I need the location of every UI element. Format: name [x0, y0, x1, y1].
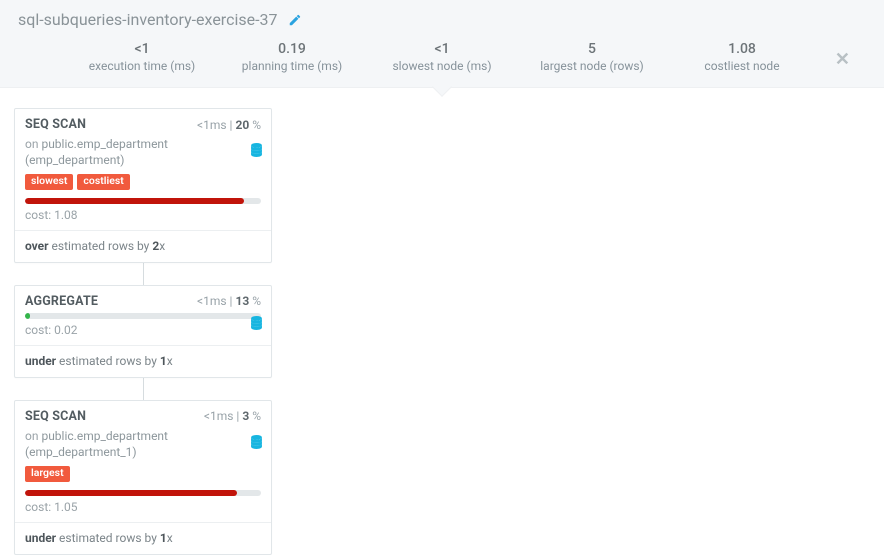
stat-label: planning time (ms) — [237, 59, 347, 73]
plan-node[interactable]: SEQ SCAN <1ms | 20 % on public.emp_departm… — [14, 108, 272, 263]
node-meta: <1ms | 3 % — [204, 409, 261, 423]
plan-canvas: SEQ SCAN <1ms | 20 % on public.emp_departm… — [0, 88, 884, 555]
database-icon[interactable] — [250, 316, 263, 333]
node-estimate: over estimated rows by 2x — [15, 231, 271, 262]
plan-node[interactable]: SEQ SCAN <1ms | 3 % on public.emp_departme… — [14, 400, 272, 555]
stat-planning-time: 0.19 planning time (ms) — [237, 41, 347, 73]
node-estimate: under estimated rows by 1x — [15, 346, 271, 377]
node-header: SEQ SCAN <1ms | 3 % — [15, 401, 271, 428]
stat-value: 0.19 — [237, 41, 347, 57]
node-tags: slowestcostliest — [15, 174, 271, 198]
node-meta: <1ms | 20 % — [197, 118, 261, 132]
tag-largest: largest — [25, 466, 70, 482]
close-icon[interactable]: ✕ — [835, 49, 850, 70]
node-title: SEQ SCAN — [25, 117, 86, 132]
stat-label: costliest node — [687, 59, 797, 73]
node-estimate: under estimated rows by 1x — [15, 523, 271, 554]
node-meta: <1ms | 13 % — [197, 294, 261, 308]
stat-value: 5 — [537, 41, 647, 57]
database-icon[interactable] — [250, 435, 263, 452]
node-title: SEQ SCAN — [25, 409, 86, 424]
plan-node[interactable]: AGGREGATE <1ms | 13 % cost: 0.02under esti… — [14, 285, 272, 378]
node-cost: cost: 1.05 — [15, 496, 271, 522]
stat-label: slowest node (ms) — [387, 59, 497, 73]
tag-slowest: slowest — [25, 174, 73, 190]
stat-slowest-node: <1 slowest node (ms) — [387, 41, 497, 73]
node-title: AGGREGATE — [25, 294, 98, 309]
node-connector — [143, 378, 144, 400]
node-connector — [143, 263, 144, 285]
page-title: sql-subqueries-inventory-exercise-37 — [18, 10, 278, 29]
stat-costliest-node: 1.08 costliest node — [687, 41, 797, 73]
node-header: SEQ SCAN <1ms | 20 % — [15, 109, 271, 136]
stat-value: 1.08 — [687, 41, 797, 57]
pencil-icon[interactable] — [288, 13, 302, 27]
stat-label: largest node (rows) — [537, 59, 647, 73]
node-relation: on public.emp_department (emp_department… — [15, 136, 271, 174]
stats-row: <1 execution time (ms) 0.19 planning tim… — [18, 35, 866, 87]
header: sql-subqueries-inventory-exercise-37 <1 … — [0, 0, 884, 88]
stat-value: <1 — [387, 41, 497, 57]
title-row: sql-subqueries-inventory-exercise-37 — [18, 10, 866, 35]
node-cost: cost: 1.08 — [15, 204, 271, 230]
stat-label: execution time (ms) — [87, 59, 197, 73]
node-header: AGGREGATE <1ms | 13 % — [15, 286, 271, 313]
database-icon[interactable] — [250, 143, 263, 160]
stat-execution-time: <1 execution time (ms) — [87, 41, 197, 73]
node-relation: on public.emp_department (emp_department… — [15, 428, 271, 466]
node-cost: cost: 0.02 — [15, 319, 271, 345]
stat-value: <1 — [87, 41, 197, 57]
tag-costliest: costliest — [77, 174, 129, 190]
stat-largest-node: 5 largest node (rows) — [537, 41, 647, 73]
node-tags: largest — [15, 466, 271, 490]
